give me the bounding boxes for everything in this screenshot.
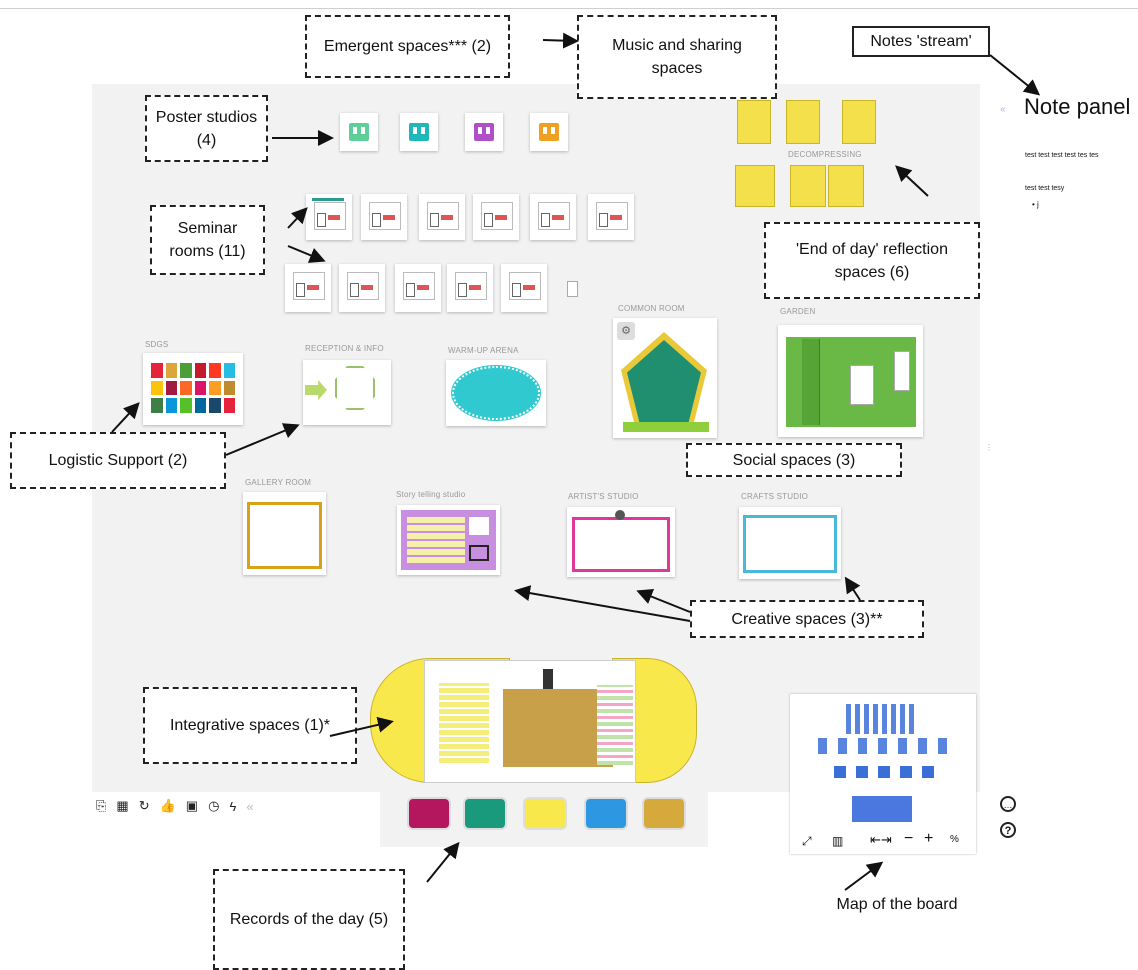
annotation-arrows <box>111 32 1041 891</box>
arrow <box>111 402 140 433</box>
arrow <box>844 576 861 601</box>
arrow <box>287 207 308 229</box>
arrow <box>542 32 579 49</box>
arrow <box>844 861 884 891</box>
arrow <box>636 589 691 613</box>
arrow <box>895 165 929 197</box>
arrow <box>426 841 460 883</box>
arrow <box>329 716 394 737</box>
arrow <box>989 54 1041 96</box>
arrow <box>287 245 326 263</box>
arrow <box>514 585 691 622</box>
arrow <box>225 423 300 456</box>
